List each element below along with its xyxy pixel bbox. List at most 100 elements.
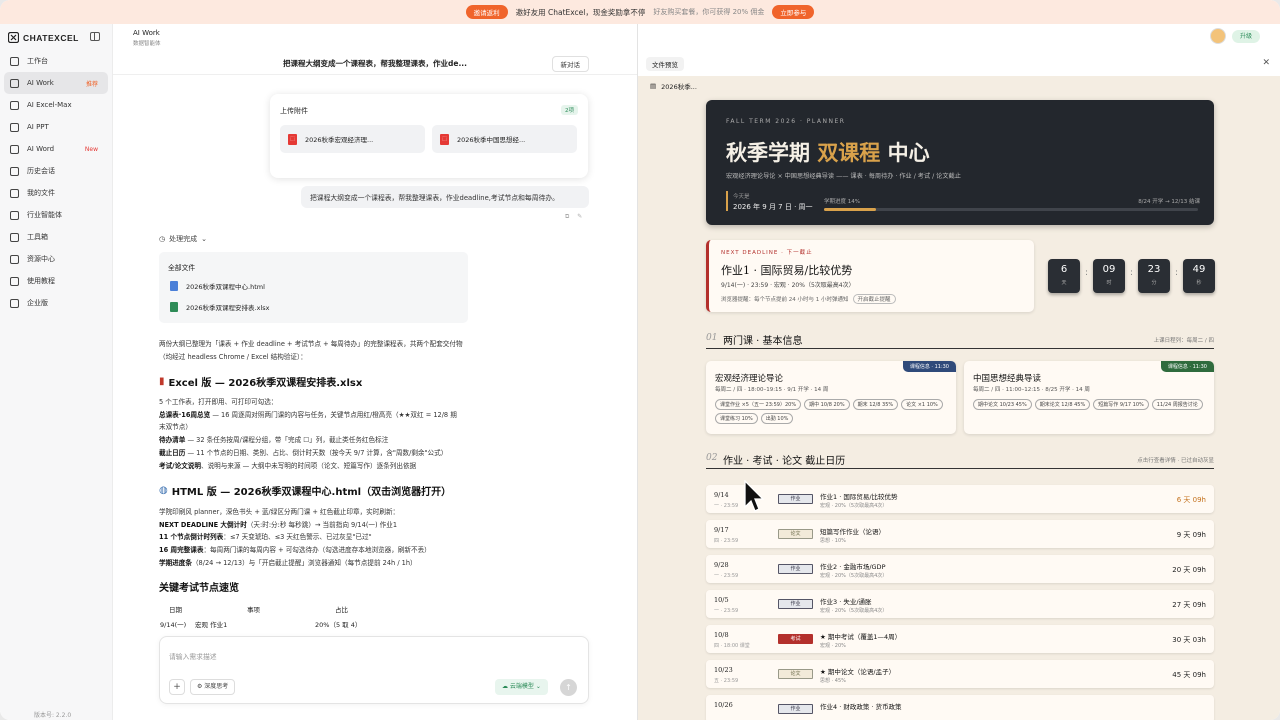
version-label: 版本号: 2.2.0: [34, 712, 72, 719]
user-avatar[interactable]: [1210, 28, 1226, 44]
deadline-subtitle: 宏观 · 20%（5次取最高4次）: [820, 503, 888, 509]
next-deadline-meta: 9/14(一) · 23:59 · 宏观 · 20%（5次取最高4次）: [721, 282, 855, 289]
section-note: 上课日程列：每周二 / 四: [1153, 338, 1214, 344]
close-icon[interactable]: ✕: [1262, 58, 1270, 68]
mouse-cursor-icon: [744, 480, 764, 512]
deadline-title: ★ 期中论文（论语/孟子）: [820, 668, 896, 676]
course-card-thought[interactable]: 中国思想经典导读 每周二 / 四 · 11:00–12:15 · 8/25 开学…: [964, 361, 1214, 434]
model-selector[interactable]: ☁ 云端模型 ⌄: [495, 679, 548, 695]
agent-icon: [10, 210, 19, 220]
text-line: 16 周完整课表：每周两门课的每周内容 + 可勾选待办（勾选进度存本地浏览器，刷…: [159, 546, 431, 555]
sidebar-item-history[interactable]: 历史会话: [4, 160, 108, 182]
add-attachment-button[interactable]: +: [169, 679, 185, 695]
sidebar-item-ai-excel-max[interactable]: AI Excel-Max: [4, 94, 108, 116]
course-name: 宏观经济理论导论: [715, 374, 784, 384]
sidebar-item-my-files[interactable]: 我的文件: [4, 182, 108, 204]
brand-logo[interactable]: CHATEXCEL: [8, 32, 79, 43]
sidebar-item-ai-ppt[interactable]: AI PPT: [4, 116, 108, 138]
excel-icon: [10, 100, 19, 110]
deadline-remaining: 6 天 09h: [1176, 496, 1206, 504]
table-row: 9/14(一) 宏观 作业1 20%（5 取 4）: [160, 619, 361, 629]
deadline-weekday: 五 · 23:59: [714, 678, 739, 684]
enable-reminder-button[interactable]: 开启截止提醒: [852, 294, 896, 304]
grading-chip: 短篇写作 9/17 10%: [1093, 399, 1149, 410]
output-file-xlsx[interactable]: 2026秋季双课程安排表.xlsx: [170, 302, 270, 312]
divider: [113, 74, 637, 75]
pdf-icon: ⬚: [440, 133, 449, 145]
table-cell: 20%（5 取 4）: [315, 621, 362, 629]
brand-name: CHATEXCEL: [23, 32, 79, 43]
workbench-icon: [10, 56, 19, 66]
sidebar-item-label: 历史会话: [27, 167, 55, 175]
deadline-remaining: 30 天 03h: [1172, 636, 1206, 644]
promo-banner[interactable]: 邀请返利 邀好友用 ChatExcel，现金奖励拿不停 好友购买套餐，你可获得 …: [0, 0, 1280, 24]
column-header: 占比: [335, 606, 348, 614]
next-deadline-card: NEXT DEADLINE · 下一截止 作业1 · 国际贸易/比较优势 9/1…: [706, 240, 1034, 312]
attachment-file[interactable]: ⬚ 2026秋季中国思想经...: [432, 125, 577, 153]
message-input[interactable]: 请输入需求描述: [169, 651, 217, 661]
sidebar-item-toolbox[interactable]: 工具箱: [4, 226, 108, 248]
deadline-row[interactable]: 10/23 五 · 23:59 论文 ★ 期中论文（论语/孟子） 思想 · 45% 45 …: [706, 660, 1214, 688]
excel-description: 5 个工作表，打开即用、可打印可勾选： 总课表·16周总览 — 16 周逐周对照…: [159, 396, 499, 472]
countdown-days: 6天: [1048, 259, 1080, 293]
countdown-seconds: 49 秒: [1183, 259, 1215, 293]
deadline-date: 9/14: [714, 491, 729, 499]
deadline-row[interactable]: 10/5 一 · 23:59 作业 作业3 · 失业/通胀 宏观 · 20%（5次取最高…: [706, 590, 1214, 618]
course-tag: 课程信息 · 11:30: [1160, 361, 1214, 372]
deadline-type: 作业: [778, 494, 813, 504]
deadline-type: 考试: [778, 634, 813, 644]
sidebar-item-label: AI Word: [27, 145, 55, 153]
deadline-row[interactable]: 10/8 四 · 18:00 课堂 考试 ★ 期中考试（覆盖1—4周） 宏观 · 20%…: [706, 625, 1214, 653]
intro-line: （均经过 headless Chrome / Excel 结构验证）：: [159, 352, 307, 361]
sidebar-item-label: AI PPT: [27, 123, 49, 131]
today-label: 今天是: [733, 194, 750, 200]
sidebar-item-tutorials[interactable]: 使用教程: [4, 270, 108, 292]
sidebar-item-resources[interactable]: 资源中心: [4, 248, 108, 270]
sidebar-item-industry-agents[interactable]: 行业智能体: [4, 204, 108, 226]
countdown-colon: :: [1130, 268, 1134, 278]
upgrade-button[interactable]: 升级: [1232, 30, 1261, 43]
new-chat-button[interactable]: 新对话: [551, 56, 589, 72]
sidebar-item-workbench[interactable]: 工作台: [4, 50, 108, 72]
deadline-row[interactable]: 10/26 作业 作业4 · 财政政策 · 货币政策: [706, 695, 1214, 720]
sidebar-item-enterprise[interactable]: 企业版: [4, 292, 108, 314]
enterprise-icon: [10, 298, 19, 308]
grading-chip: 出勤 10%: [760, 413, 794, 424]
attachment-file[interactable]: ⬚ 2026秋季宏观经济理...: [280, 125, 425, 153]
text-line: 学期进度条（8/24 → 12/13）与「开启截止提醒」浏览器通知（每节点提前 …: [159, 558, 417, 567]
deadline-weekday: 一 · 23:59: [714, 573, 739, 579]
output-file-html[interactable]: 2026秋季双课程中心.html: [170, 281, 265, 291]
deadline-date: 10/26: [714, 701, 733, 709]
output-files: 全部文件 2026秋季双课程中心.html 2026秋季双课程安排表.xlsx: [159, 252, 468, 323]
copy-icon[interactable]: ⧉: [565, 213, 569, 221]
deadline-row[interactable]: 9/17 四 · 23:59 论文 短篇写作作业（论语） 思想 · 10% 9 天 09h: [706, 520, 1214, 548]
deadline-date: 9/28: [714, 561, 729, 569]
promo-cta-button[interactable]: 立即参与: [772, 5, 815, 19]
progress-range: 8/24 开学 → 12/13 结课: [1138, 199, 1200, 205]
preview-header: [638, 24, 1280, 76]
sidebar-item-ai-work[interactable]: AI Work 推荐: [4, 72, 108, 94]
preview-file-tab[interactable]: ▤ 2026秋季...: [650, 81, 697, 91]
deadline-row[interactable]: 9/14 一 · 23:59 作业 作业1 · 国际贸易/比较优势 宏观 · 20%（5…: [706, 485, 1214, 513]
send-button[interactable]: ↑: [560, 679, 577, 696]
deadline-date: 10/23: [714, 666, 733, 674]
deep-think-toggle[interactable]: ⚙ 深度思考: [190, 679, 236, 695]
collapse-sidebar-icon[interactable]: [90, 32, 100, 41]
section-deadlines-header: 02 作业 · 考试 · 论文 截止日历 点击行查看详情 · 已过自动灰显: [706, 453, 1214, 469]
deadline-date: 9/17: [714, 526, 729, 534]
sidebar-nav: 工作台 AI Work 推荐 AI Excel-Max AI PPT AI Wor…: [4, 50, 108, 314]
sidebar-item-ai-word[interactable]: AI Word New: [4, 138, 108, 160]
next-deadline-name: 作业1 · 国际贸易/比较优势: [721, 264, 853, 277]
deadline-weekday: 四 · 23:59: [714, 538, 739, 544]
process-status[interactable]: ◷ 处理完成 ⌄: [159, 234, 207, 244]
chat-panel: AI Work 数据智能体 把课程大纲变成一个课程表，帮我整理课表，作业de..…: [113, 24, 637, 720]
edit-icon[interactable]: ✎: [577, 213, 582, 221]
deadline-row[interactable]: 9/28 一 · 23:59 作业 作业2 · 金融市场/GDP 宏观 · 20%（5次…: [706, 555, 1214, 583]
grading-chip: 论文 ×1 10%: [901, 399, 943, 410]
message-composer[interactable]: 请输入需求描述 + ⚙ 深度思考 ☁ 云端模型 ⌄ ↑: [159, 636, 589, 704]
course-card-macro[interactable]: 宏观经济理论导论 每周二 / 四 · 18:00–19:15 · 9/1 开学 …: [706, 361, 956, 434]
sidebar-item-label: 使用教程: [27, 277, 55, 285]
heading-text: HTML 版 — 2026秋季双课程中心.html（双击浏览器打开）: [171, 487, 452, 498]
term-progress-bar: [824, 208, 1198, 211]
file-preview-tab[interactable]: 文件预览: [646, 57, 684, 71]
